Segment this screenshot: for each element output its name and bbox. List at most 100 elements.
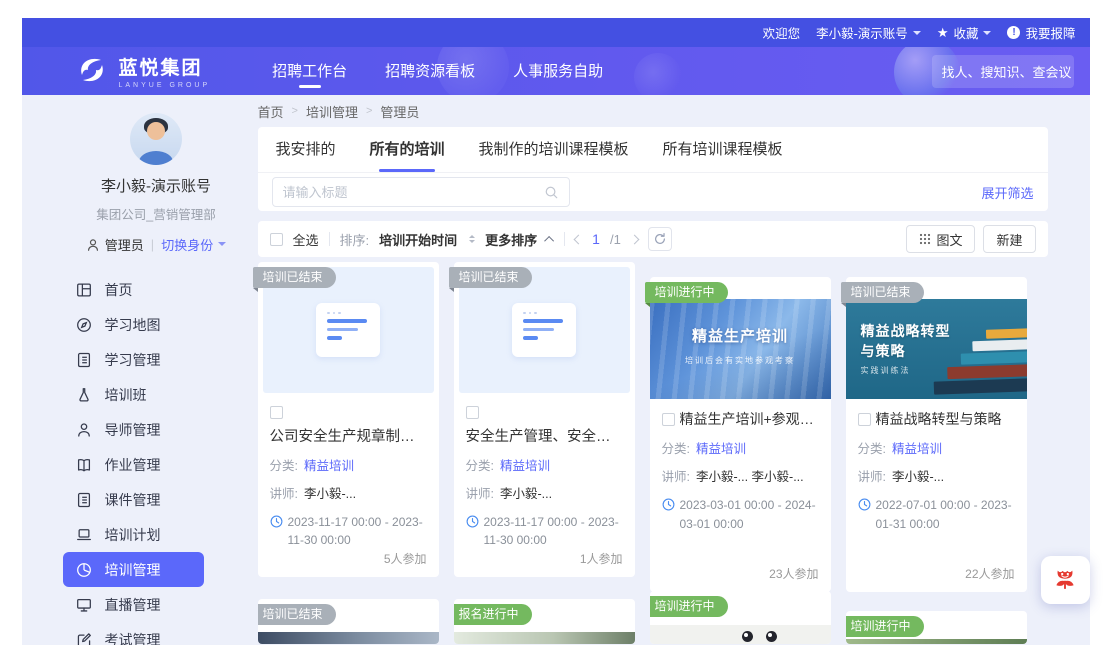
compass-icon xyxy=(75,316,93,334)
sidebar-item-training-plan[interactable]: 培训计划 xyxy=(63,517,204,552)
title-search-box[interactable] xyxy=(272,177,570,207)
favorites-label: 收藏 xyxy=(953,23,978,42)
category-label: 分类: xyxy=(662,442,690,456)
training-card[interactable]: 培训进行中 精益生产培训 培训后会有实地参观考察 精益生产培训+参观考察 分类:… xyxy=(650,277,831,592)
training-card[interactable]: 培训已结束 精益战略转型 与策略 实践训练法 xyxy=(846,277,1027,592)
sidebar-item-label: 作业管理 xyxy=(105,455,161,475)
sidebar-item-learning-mgmt[interactable]: 学习管理 xyxy=(63,342,204,377)
card-checkbox[interactable] xyxy=(466,406,479,419)
avatar-face xyxy=(147,122,165,140)
teacher-label: 讲师: xyxy=(662,470,690,484)
training-card-grid: 培训已结束 公司安全生产规章制度和劳... 分类:精益培训 讲师:李小毅-... xyxy=(258,262,1048,592)
status-badge: 培训已结束 xyxy=(449,267,532,288)
page-body: 李小毅-演示账号 集团公司_营销管理部 管理员 | 切换身份 首页 xyxy=(22,95,1090,645)
breadcrumb: 首页 > 培训管理 > 管理员 xyxy=(258,95,1048,127)
view-mode-button[interactable]: 图文 xyxy=(906,225,975,253)
training-card[interactable]: 培训已结束 安全生产管理、安全生产技... 分类:精益培训 讲师:李小毅-... xyxy=(454,262,635,577)
sidebar: 李小毅-演示账号 集团公司_营销管理部 管理员 | 切换身份 首页 xyxy=(22,95,255,645)
category-value[interactable]: 精益培训 xyxy=(696,442,746,456)
more-sort[interactable]: 更多排序 xyxy=(485,230,537,249)
switch-role-link[interactable]: 切换身份 xyxy=(161,235,213,254)
teacher-value: 李小毅-... 李小毅-... xyxy=(696,470,804,484)
sidebar-item-home[interactable]: 首页 xyxy=(63,272,204,307)
sidebar-item-homework-mgmt[interactable]: 作业管理 xyxy=(63,447,204,482)
chevron-up-icon[interactable] xyxy=(544,235,554,245)
sidebar-item-live-mgmt[interactable]: 直播管理 xyxy=(63,587,204,622)
sort-field[interactable]: 培训开始时间 xyxy=(379,230,457,249)
sort-direction-icon[interactable] xyxy=(469,235,475,243)
document-icon xyxy=(512,303,576,357)
cover-subtitle: 培训后会有实地参观考察 xyxy=(650,355,831,366)
card-title[interactable]: 公司安全生产规章制度和劳... xyxy=(270,425,427,446)
nav-tabs: 招聘工作台 招聘资源看板 人事服务自助 xyxy=(272,47,603,95)
exclamation-circle-icon: ! xyxy=(1007,26,1020,39)
sidebar-item-label: 学习地图 xyxy=(105,315,161,335)
sidebar-menu: 首页 学习地图 学习管理 培训班 导师管理 xyxy=(63,272,204,645)
tab-all-trainings[interactable]: 所有的培训 xyxy=(370,127,445,172)
training-card[interactable]: 培训已结束 公司安全生产规章制度和劳... 分类:精益培训 讲师:李小毅-... xyxy=(258,262,439,577)
edit-icon xyxy=(75,631,93,646)
sidebar-item-learning-map[interactable]: 学习地图 xyxy=(63,307,204,342)
favorites-menu[interactable]: ★ 收藏 xyxy=(937,23,992,42)
create-button[interactable]: 新建 xyxy=(983,225,1035,253)
category-value[interactable]: 精益培训 xyxy=(892,442,942,456)
status-badge: 培训进行中 xyxy=(846,616,924,637)
select-all-checkbox[interactable] xyxy=(270,233,283,246)
breadcrumb-home[interactable]: 首页 xyxy=(258,102,284,121)
user-menu[interactable]: 李小毅-演示账号 xyxy=(816,23,921,42)
report-issue-label: 我要报障 xyxy=(1025,23,1075,42)
card-title[interactable]: 安全生产管理、安全生产技... xyxy=(466,425,623,446)
book-icon xyxy=(75,456,93,474)
tab-all-course-templates[interactable]: 所有培训课程模板 xyxy=(663,127,783,172)
status-badge: 培训已结束 xyxy=(258,604,336,625)
sidebar-item-courseware-mgmt[interactable]: 课件管理 xyxy=(63,482,204,517)
sidebar-item-label: 直播管理 xyxy=(105,595,161,615)
date-range: 2023-11-17 00:00 - 2023-11-30 00:00 xyxy=(484,513,623,550)
prev-page-icon[interactable] xyxy=(574,234,584,244)
training-card[interactable]: 培训进行中 xyxy=(846,611,1027,644)
company-logo[interactable]: 蓝悦集团 LANYUE GROUP xyxy=(74,53,211,89)
sidebar-item-label: 培训管理 xyxy=(105,560,161,580)
nav-tab-recruit-workbench[interactable]: 招聘工作台 xyxy=(272,47,347,95)
date-range-row: 2023-11-17 00:00 - 2023-11-30 00:00 xyxy=(270,513,427,550)
training-card[interactable]: 报名进行中 xyxy=(454,599,635,644)
sidebar-item-label: 考试管理 xyxy=(105,630,161,646)
nav-tab-hr-self-service[interactable]: 人事服务自助 xyxy=(513,47,603,95)
breadcrumb-training-mgmt[interactable]: 培训管理 xyxy=(306,102,358,121)
card-body: 精益战略转型与策略 分类:精益培训 讲师:李小毅-... 2022-07-01 … xyxy=(846,399,1027,592)
sidebar-item-training-class[interactable]: 培训班 xyxy=(63,377,204,412)
category-label: 分类: xyxy=(858,442,886,456)
card-cover-photo xyxy=(258,632,439,644)
card-checkbox[interactable] xyxy=(858,413,871,426)
welcome-text: 欢迎您 xyxy=(763,23,801,42)
card-checkbox[interactable] xyxy=(662,413,675,426)
global-search-input[interactable]: 找人、搜知识、查会议 xyxy=(932,55,1074,88)
card-title[interactable]: 精益生产培训+参观考察 xyxy=(680,409,819,429)
training-card[interactable]: 培训进行中 xyxy=(650,591,831,644)
card-title[interactable]: 精益战略转型与策略 xyxy=(876,409,1015,429)
list-toolbar: 全选 排序: 培训开始时间 更多排序 1 /1 xyxy=(258,221,1048,257)
category-value[interactable]: 精益培训 xyxy=(500,459,550,473)
tab-my-course-templates[interactable]: 我制作的培训课程模板 xyxy=(479,127,629,172)
assistant-fab-button[interactable] xyxy=(1041,556,1090,604)
flask-icon xyxy=(75,386,93,404)
sidebar-item-training-mgmt[interactable]: 培训管理 xyxy=(63,552,204,587)
status-badge: 培训已结束 xyxy=(841,282,924,303)
sidebar-item-exam-mgmt[interactable]: 考试管理 xyxy=(63,622,204,645)
expand-filters-link[interactable]: 展开筛选 xyxy=(981,183,1033,202)
tab-arranged-by-me[interactable]: 我安排的 xyxy=(276,127,336,172)
profile-name: 李小毅-演示账号 xyxy=(58,175,255,196)
current-page: 1 xyxy=(592,231,600,247)
card-checkbox[interactable] xyxy=(270,406,283,419)
avatar[interactable] xyxy=(130,113,182,165)
doc-list-icon xyxy=(75,491,93,509)
title-search-input[interactable] xyxy=(283,185,544,200)
nav-tab-recruit-board[interactable]: 招聘资源看板 xyxy=(385,47,475,95)
sidebar-item-mentor-mgmt[interactable]: 导师管理 xyxy=(63,412,204,447)
category-value[interactable]: 精益培训 xyxy=(304,459,354,473)
report-issue-button[interactable]: ! 我要报障 xyxy=(1007,23,1075,42)
teacher-label: 讲师: xyxy=(270,487,298,501)
training-card[interactable]: 培训已结束 xyxy=(258,599,439,644)
next-page-icon[interactable] xyxy=(629,234,639,244)
refresh-button[interactable] xyxy=(648,227,672,251)
